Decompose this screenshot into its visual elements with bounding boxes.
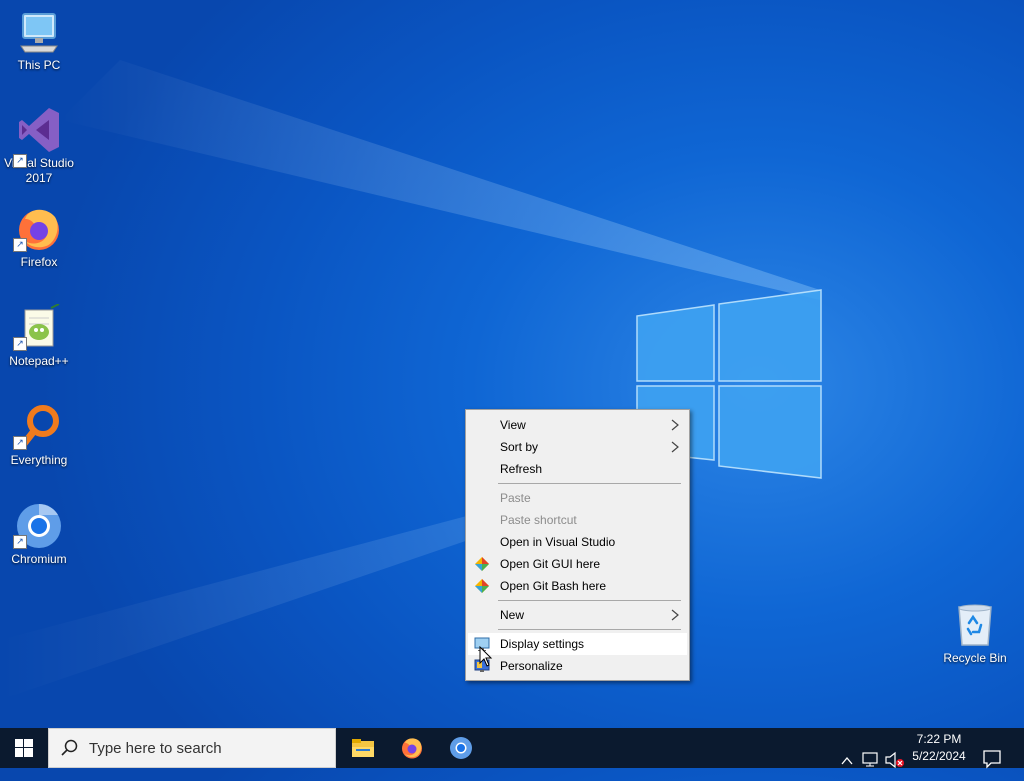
taskbar-firefox[interactable]	[388, 728, 436, 768]
network-icon[interactable]	[862, 740, 880, 780]
menu-item-label: Display settings	[500, 637, 585, 651]
menu-item-paste-shortcut: Paste shortcut	[468, 509, 687, 531]
shortcut-arrow-icon: ↗	[13, 154, 27, 168]
menu-item-label: Paste shortcut	[500, 513, 577, 527]
search-placeholder: Type here to search	[89, 740, 222, 757]
menu-item-label: Paste	[500, 491, 531, 505]
chromium-icon	[450, 737, 472, 759]
menu-item-sort-by[interactable]: Sort by	[468, 436, 687, 458]
desktop-icon-recycle-bin[interactable]: Recycle Bin	[936, 601, 1014, 666]
notification-icon[interactable]	[983, 739, 1001, 779]
menu-item-label: Sort by	[500, 440, 539, 454]
menu-item-personalize[interactable]: Personalize	[468, 655, 687, 677]
visual-studio-icon	[19, 108, 59, 152]
taskbar: Type here to search 7:22 PM 5/22/2024	[0, 728, 1024, 769]
mouse-cursor-icon	[479, 646, 493, 667]
desktop-icon-label: Visual Studio 2017	[4, 156, 74, 185]
menu-separator	[498, 483, 681, 484]
clock-date: 5/22/2024	[912, 749, 966, 763]
menu-item-label: Open in Visual Studio	[500, 535, 616, 549]
clock-time: 7:22 PM	[916, 732, 962, 746]
recycle-bin-icon	[958, 604, 992, 646]
desktop-context-menu: View Sort by Refresh Paste Paste shortcu…	[465, 409, 690, 681]
desktop-icon-label: Everything	[10, 453, 68, 467]
start-button[interactable]	[0, 728, 48, 768]
chevron-right-icon	[671, 609, 679, 621]
shortcut-arrow-icon: ↗	[13, 436, 27, 450]
git-icon	[475, 579, 489, 593]
menu-item-open-git-bash[interactable]: Open Git Bash here	[468, 575, 687, 597]
menu-item-open-git-gui[interactable]: Open Git GUI here	[468, 553, 687, 575]
desktop-icon-this-pc[interactable]: This PC	[0, 8, 78, 73]
shortcut-arrow-icon: ↗	[13, 238, 27, 252]
volume-muted-icon[interactable]	[885, 740, 905, 780]
menu-item-label: View	[500, 418, 526, 432]
taskbar-search-box[interactable]: Type here to search	[48, 728, 336, 768]
menu-item-label: Refresh	[500, 462, 543, 476]
desktop-icon-label: Firefox	[20, 255, 58, 269]
menu-item-label: Personalize	[500, 659, 563, 673]
menu-item-label: Open Git Bash here	[500, 579, 607, 593]
menu-item-label: New	[500, 608, 525, 622]
firefox-icon	[402, 738, 422, 759]
desktop-icon-label: Recycle Bin	[943, 651, 1007, 665]
menu-item-paste: Paste	[468, 487, 687, 509]
shortcut-arrow-icon: ↗	[13, 337, 27, 351]
chevron-up-icon[interactable]	[840, 741, 854, 781]
this-pc-icon	[20, 13, 58, 53]
chevron-right-icon	[671, 419, 679, 431]
desktop-icon-label: Notepad++	[9, 354, 69, 368]
taskbar-clock[interactable]: 7:22 PM 5/22/2024	[905, 731, 973, 765]
desktop-icon-label: Chromium	[11, 552, 67, 566]
chevron-right-icon	[671, 441, 679, 453]
shortcut-arrow-icon: ↗	[13, 535, 27, 549]
desktop-icon-notepadpp[interactable]: ↗ Notepad++	[0, 304, 78, 369]
taskbar-chromium[interactable]	[437, 728, 485, 768]
menu-item-label: Open Git GUI here	[500, 557, 601, 571]
menu-item-new[interactable]: New	[468, 604, 687, 626]
desktop-icon-visual-studio[interactable]: ↗ Visual Studio 2017	[0, 106, 78, 186]
menu-item-open-in-visual-studio[interactable]: Open in Visual Studio	[468, 531, 687, 553]
menu-item-view[interactable]: View	[468, 414, 687, 436]
menu-item-refresh[interactable]: Refresh	[468, 458, 687, 480]
menu-separator	[498, 629, 681, 630]
menu-item-display-settings[interactable]: Display settings	[468, 633, 687, 655]
taskbar-file-explorer[interactable]	[339, 728, 387, 768]
file-explorer-icon	[352, 739, 374, 757]
desktop-icon-firefox[interactable]: ↗ Firefox	[0, 205, 78, 270]
desktop-icon-everything[interactable]: ↗ Everything	[0, 403, 78, 468]
menu-separator	[498, 600, 681, 601]
search-icon	[61, 739, 78, 756]
desktop-icon-label: This PC	[17, 58, 61, 72]
windows-logo-icon	[15, 739, 33, 757]
desktop-icon-chromium[interactable]: ↗ Chromium	[0, 502, 78, 567]
git-icon	[475, 557, 489, 571]
